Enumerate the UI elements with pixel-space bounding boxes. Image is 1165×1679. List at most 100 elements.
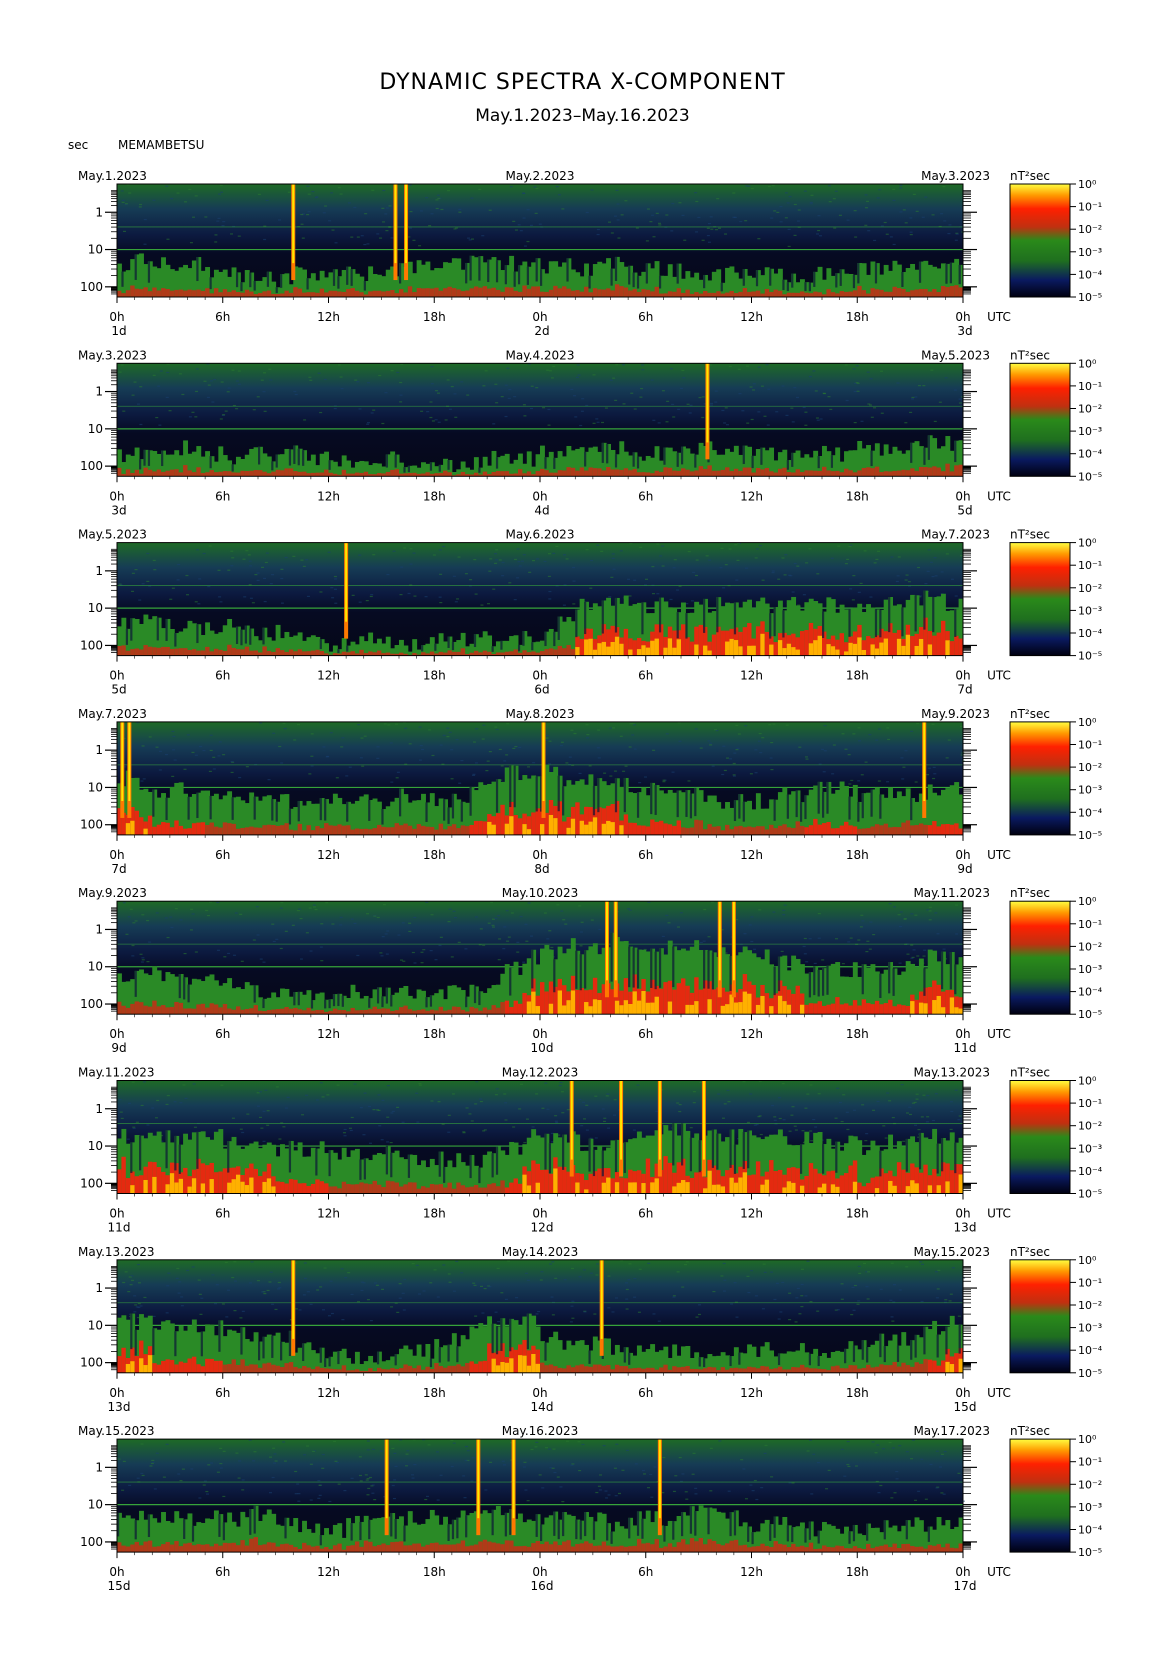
- activity-high: [346, 289, 352, 297]
- spectral-noise: [895, 580, 899, 583]
- activity-high: [310, 1010, 316, 1015]
- spectral-noise: [548, 740, 552, 742]
- spectral-noise: [399, 959, 403, 961]
- activity-peak: [676, 639, 682, 656]
- activity-gap: [438, 1151, 441, 1177]
- spectral-noise: [732, 192, 736, 194]
- spectral-noise: [189, 242, 193, 244]
- spectral-noise: [211, 401, 215, 403]
- activity-high: [381, 1187, 387, 1194]
- spectral-noise: [745, 365, 749, 367]
- activity-high: [359, 1010, 365, 1015]
- activity-high: [954, 465, 960, 477]
- activity-high: [500, 1180, 506, 1194]
- activity-gap: [147, 261, 151, 283]
- spectral-noise: [707, 740, 711, 742]
- spectral-noise: [386, 1141, 390, 1143]
- activity-high: [376, 1008, 382, 1015]
- spectral-noise: [649, 221, 653, 223]
- spectral-noise: [548, 598, 552, 600]
- activity-high: [121, 293, 127, 297]
- activity-high: [879, 825, 885, 835]
- activity-gap: [874, 263, 878, 284]
- spectral-noise: [936, 933, 940, 935]
- activity-high: [319, 651, 325, 656]
- spectral-noise: [915, 210, 919, 212]
- spectral-noise: [830, 557, 834, 559]
- spectral-noise: [838, 214, 842, 216]
- spectral-noise: [852, 1109, 856, 1111]
- spectral-noise: [930, 369, 934, 371]
- activity-gap: [562, 786, 565, 816]
- spectral-noise: [530, 935, 534, 937]
- spectral-noise: [179, 1102, 183, 1104]
- spectral-noise: [927, 549, 931, 551]
- spectral-noise: [547, 424, 551, 426]
- activity-high: [253, 470, 259, 477]
- activity-high: [306, 292, 312, 297]
- activity-high: [764, 631, 770, 656]
- activity-gap: [368, 799, 371, 821]
- activity-high: [628, 290, 634, 297]
- spectral-noise: [222, 754, 226, 756]
- spectral-noise: [809, 1130, 813, 1132]
- spectral-noise: [607, 1127, 611, 1129]
- spectral-noise: [579, 424, 583, 427]
- activity-high: [178, 472, 184, 477]
- activity-high: [932, 821, 938, 835]
- spectral-noise: [757, 740, 761, 742]
- spectral-noise: [516, 951, 520, 953]
- spectral-noise: [409, 563, 413, 565]
- activity-high: [681, 292, 686, 297]
- spectral-noise: [728, 365, 732, 368]
- spectral-noise: [612, 377, 616, 379]
- spectral-noise: [501, 575, 505, 577]
- activity-high: [240, 828, 246, 835]
- spectral-noise: [120, 364, 124, 366]
- spectral-noise: [237, 383, 241, 385]
- spectral-noise: [460, 759, 464, 762]
- spectral-noise: [152, 374, 156, 376]
- spectral-noise: [259, 958, 263, 960]
- activity-high: [227, 471, 233, 477]
- spectral-noise: [315, 196, 319, 198]
- spectral-noise: [369, 1142, 373, 1144]
- activity-high: [672, 291, 678, 297]
- colorbar-tick-label: 10⁻⁴: [1078, 268, 1103, 281]
- activity-high: [725, 292, 730, 297]
- activity-high: [826, 822, 832, 835]
- activity-high: [698, 293, 704, 297]
- activity-high: [354, 290, 360, 297]
- activity-peak: [932, 1000, 938, 1015]
- spectral-noise: [226, 391, 230, 393]
- activity-high: [394, 293, 400, 297]
- activity-peak: [777, 995, 783, 1015]
- spectral-noise: [868, 734, 872, 736]
- spectral-noise: [848, 783, 852, 785]
- y-tick-label: 100: [80, 459, 103, 473]
- activity-high: [399, 1186, 404, 1194]
- spectral-noise: [119, 1111, 123, 1113]
- spectral-noise: [185, 574, 189, 577]
- spectral-noise: [306, 213, 310, 216]
- activity-gap: [253, 985, 256, 1003]
- activity-high: [266, 824, 272, 835]
- spectral-noise: [570, 729, 574, 731]
- spectral-noise: [542, 407, 546, 409]
- activity-high: [830, 292, 836, 297]
- spectral-noise: [899, 184, 903, 186]
- spectral-noise: [413, 962, 417, 964]
- spectral-noise: [494, 553, 498, 555]
- spectral-noise: [710, 901, 714, 903]
- spectral-noise: [529, 407, 533, 410]
- spectral-noise: [806, 1093, 810, 1095]
- spectral-noise: [381, 1099, 385, 1102]
- spectral-noise: [615, 364, 619, 366]
- activity-high: [191, 1008, 197, 1015]
- spectral-noise: [603, 772, 607, 774]
- spectral-noise: [169, 598, 173, 600]
- spectral-noise: [192, 1083, 196, 1085]
- spectral-noise: [785, 414, 789, 416]
- spectral-noise: [481, 235, 485, 237]
- activity-high: [337, 824, 343, 835]
